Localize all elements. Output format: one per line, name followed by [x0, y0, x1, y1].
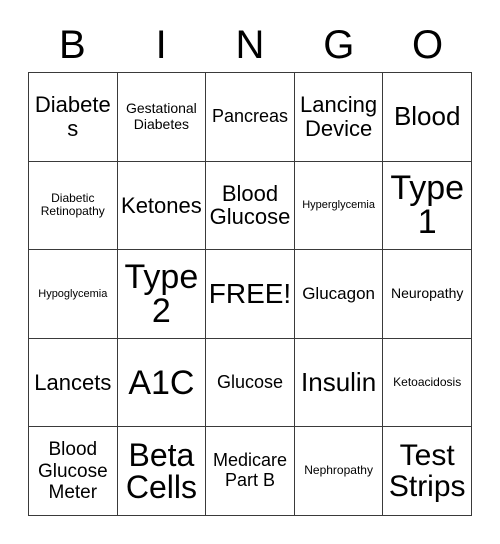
bingo-cell-label: Type 1 [390, 169, 465, 242]
bingo-grid: Diabetes Gestational Diabetes Pancreas L… [28, 72, 472, 516]
bingo-cell[interactable]: Test Strips [383, 427, 472, 516]
bingo-cell[interactable]: Blood [383, 73, 472, 162]
bingo-cell-label: A1C [128, 363, 195, 402]
bingo-cell[interactable]: Diabetic Retinopathy [29, 161, 118, 251]
bingo-cell[interactable]: Insulin [294, 338, 384, 428]
bingo-cell[interactable]: Medicare Part B [206, 427, 295, 516]
bingo-cell-label: Beta Cells [125, 436, 197, 506]
bingo-cell[interactable]: Lancing Device [294, 73, 384, 162]
bingo-cell[interactable]: Type 1 [383, 161, 472, 251]
bingo-cell-label: Lancing Device [300, 92, 378, 141]
header-letter-n: N [235, 23, 265, 67]
bingo-cell[interactable]: Ketoacidosis [383, 338, 472, 428]
bingo-cell-label: Glucose [216, 371, 284, 392]
bingo-cell-label: Gestational Diabetes [125, 100, 197, 132]
bingo-cell-label: Hyperglycemia [302, 199, 375, 212]
bingo-cell-label: Pancreas [211, 105, 289, 126]
bingo-cell[interactable]: Type 2 [117, 250, 207, 339]
bingo-cell-label: Nephropathy [304, 463, 373, 478]
bingo-cell[interactable]: Blood Glucose Meter [29, 427, 118, 516]
bingo-cell[interactable]: Ketones [117, 161, 207, 251]
bingo-cell-free[interactable]: FREE! [206, 250, 295, 339]
bingo-cell-label: Blood Glucose [209, 180, 291, 230]
bingo-cell[interactable]: Hypoglycemia [29, 250, 118, 339]
bingo-cell-label: Medicare Part B [212, 450, 287, 491]
bingo-cell-label: Blood [393, 101, 461, 132]
bingo-cell[interactable]: A1C [117, 338, 207, 428]
header-letter-i: I [155, 23, 167, 67]
bingo-cell-label: Ketones [121, 192, 202, 218]
bingo-cell[interactable]: Hyperglycemia [294, 161, 384, 251]
bingo-cell[interactable]: Nephropathy [294, 427, 384, 516]
header-letter-g: G [323, 23, 355, 67]
bingo-cell-label: Lancets [34, 369, 112, 395]
bingo-cell[interactable]: Glucagon [294, 250, 384, 339]
bingo-cell-label: Blood Glucose Meter [37, 439, 108, 503]
header-letter-o: O [412, 23, 444, 67]
bingo-cell-label: Glucagon [302, 283, 375, 303]
bingo-cell-label: Hypoglycemia [38, 287, 108, 300]
bingo-cell-label: Diabetic Retinopathy [40, 190, 105, 219]
bingo-cell[interactable]: Glucose [206, 338, 295, 428]
bingo-cell[interactable]: Blood Glucose [206, 161, 295, 251]
bingo-cell[interactable]: Gestational Diabetes [117, 73, 207, 162]
bingo-cell-label: Insulin [301, 366, 377, 397]
bingo-cell-label: Type 2 [124, 257, 199, 330]
header-letter-b: B [59, 23, 86, 67]
bingo-cell[interactable]: Lancets [29, 338, 118, 428]
bingo-cell-label: FREE! [208, 278, 292, 310]
bingo-cell-label: Diabetes [34, 92, 111, 141]
bingo-cell[interactable]: Neuropathy [383, 250, 472, 339]
bingo-cell[interactable]: Beta Cells [117, 427, 207, 516]
bingo-cell[interactable]: Pancreas [206, 73, 295, 162]
bingo-cell-label: Test Strips [388, 439, 466, 504]
bingo-cell-label: Neuropathy [390, 285, 464, 302]
bingo-cell-label: Ketoacidosis [393, 374, 462, 389]
bingo-cell[interactable]: Diabetes [29, 73, 118, 162]
bingo-header: B I N G O [28, 18, 472, 72]
bingo-card: B I N G O Diabetes Gestational Diabetes … [0, 0, 500, 544]
